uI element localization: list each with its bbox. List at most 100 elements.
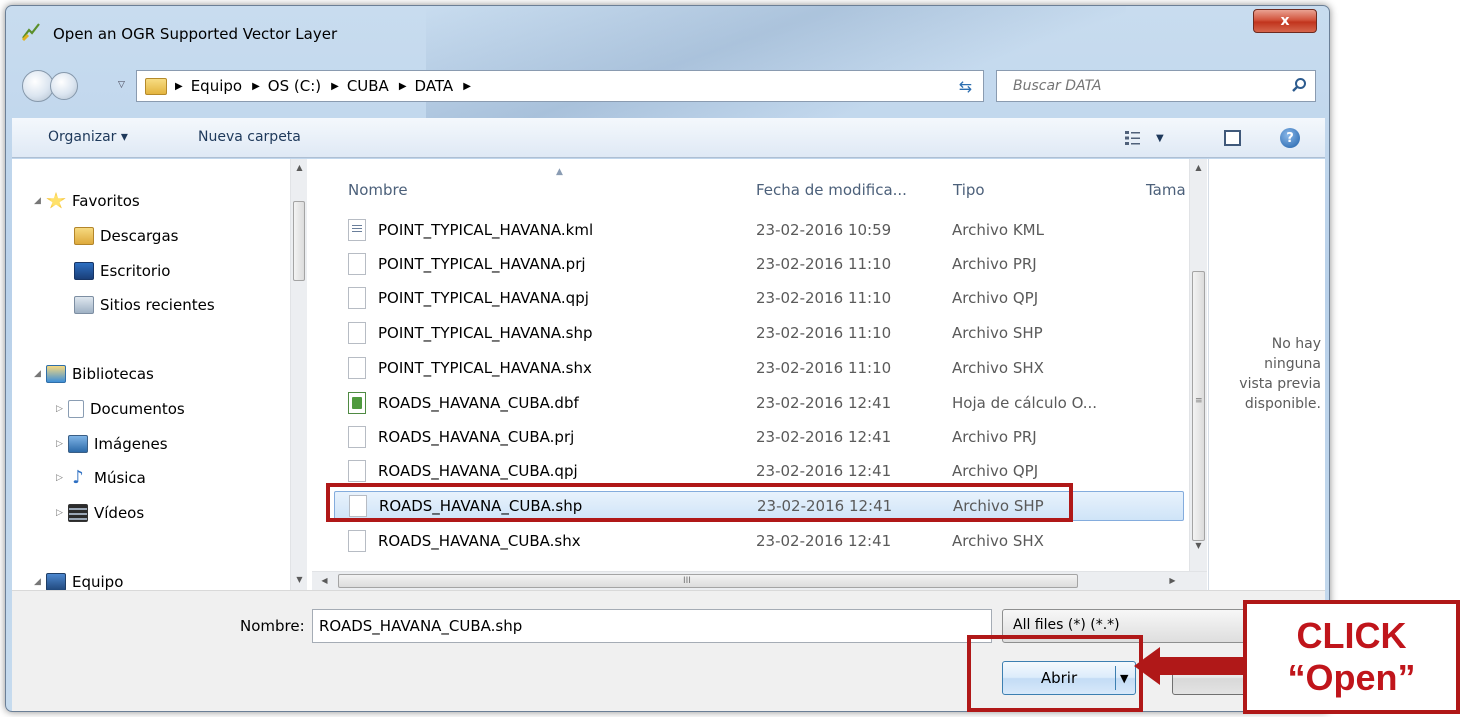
breadcrumb-cuba[interactable]: CUBA xyxy=(347,77,389,95)
forward-button[interactable] xyxy=(50,72,78,100)
expand-arrow-icon[interactable]: ▷ xyxy=(56,439,68,449)
sidebar-item-musica[interactable]: ▷ ♪ Música xyxy=(56,469,146,488)
scroll-up-icon[interactable]: ▲ xyxy=(291,159,308,176)
close-button[interactable]: x xyxy=(1253,9,1317,33)
sidebar-item-escritorio[interactable]: Escritorio xyxy=(74,262,170,280)
file-date: 23-02-2016 12:41 xyxy=(756,394,892,412)
callout-line-2: “Open” xyxy=(1287,657,1416,698)
computer-icon xyxy=(46,573,66,590)
kml-file-icon xyxy=(348,219,366,241)
scroll-down-icon[interactable]: ▼ xyxy=(1190,537,1207,554)
column-header-name[interactable]: Nombre xyxy=(348,181,408,199)
file-type: Archivo PRJ xyxy=(952,255,1037,273)
file-row[interactable]: ROADS_HAVANA_CUBA.dbf 23-02-2016 12:41 H… xyxy=(334,389,1184,419)
file-list-scroll-thumb[interactable]: ≡ xyxy=(1192,271,1205,541)
file-row[interactable]: ROADS_HAVANA_CUBA.shx 23-02-2016 12:41 A… xyxy=(334,527,1184,557)
file-icon xyxy=(348,460,366,482)
file-date: 23-02-2016 12:41 xyxy=(756,532,892,550)
breadcrumb-os[interactable]: OS (C:) xyxy=(268,77,321,95)
breadcrumb: ▶ Equipo ▶ OS (C:) ▶ CUBA ▶ DATA ▶ xyxy=(175,77,479,95)
breadcrumb-arrow-icon: ▶ xyxy=(252,80,260,92)
libraries-icon xyxy=(46,365,66,383)
preview-pane-icon[interactable] xyxy=(1224,130,1241,146)
column-header-date[interactable]: Fecha de modifica... xyxy=(756,181,907,199)
scroll-right-icon[interactable]: ▶ xyxy=(1164,572,1181,589)
breadcrumb-arrow-icon[interactable]: ▶ xyxy=(463,81,471,92)
sidebar-item-label: Descargas xyxy=(100,227,179,245)
organize-button[interactable]: Organizar ▾ xyxy=(48,129,128,145)
browser-content: ◢ Favoritos Descargas Escritorio Sitios … xyxy=(12,159,1325,590)
file-type: Archivo PRJ xyxy=(952,428,1037,446)
scroll-down-icon[interactable]: ▼ xyxy=(291,571,308,588)
file-date: 23-02-2016 12:41 xyxy=(756,462,892,480)
expand-arrow-icon[interactable]: ▷ xyxy=(56,473,68,483)
search-box[interactable] xyxy=(996,70,1316,102)
sidebar-item-favoritos[interactable]: ◢ Favoritos xyxy=(34,192,140,210)
sidebar-item-sitios-recientes[interactable]: Sitios recientes xyxy=(74,296,215,314)
sidebar-scrollbar[interactable]: ▲ ▼ xyxy=(290,159,307,590)
breadcrumb-data[interactable]: DATA xyxy=(415,77,454,95)
file-row[interactable]: POINT_TYPICAL_HAVANA.prj 23-02-2016 11:1… xyxy=(334,250,1184,280)
new-folder-button[interactable]: Nueva carpeta xyxy=(198,129,301,145)
sidebar-item-documentos[interactable]: ▷ Documentos xyxy=(56,400,185,418)
file-row[interactable]: POINT_TYPICAL_HAVANA.shx 23-02-2016 11:1… xyxy=(334,354,1184,384)
sidebar-scroll-thumb[interactable] xyxy=(293,201,305,281)
file-type: Archivo KML xyxy=(952,221,1044,239)
filename-input[interactable] xyxy=(319,617,939,635)
file-name: ROADS_HAVANA_CUBA.shx xyxy=(378,532,581,550)
expand-arrow-icon[interactable]: ▷ xyxy=(56,508,68,518)
view-options-icon[interactable] xyxy=(1124,129,1142,147)
collapse-arrow-icon[interactable]: ◢ xyxy=(34,196,46,206)
file-date: 23-02-2016 11:10 xyxy=(756,359,892,377)
sidebar-item-imagenes[interactable]: ▷ Imágenes xyxy=(56,435,168,453)
pictures-icon xyxy=(68,435,88,453)
address-bar[interactable]: ▶ Equipo ▶ OS (C:) ▶ CUBA ▶ DATA ▶ ▼ xyxy=(136,70,981,102)
file-type: Archivo QPJ xyxy=(952,462,1039,480)
file-row[interactable]: POINT_TYPICAL_HAVANA.kml 23-02-2016 10:5… xyxy=(334,216,1184,246)
file-icon xyxy=(348,530,366,552)
file-list-scrollbar[interactable]: ▲ ≡ ▼ xyxy=(1189,159,1207,571)
expand-arrow-icon[interactable]: ▷ xyxy=(56,404,68,414)
sidebar-item-equipo[interactable]: ◢ Equipo xyxy=(34,573,123,590)
file-row[interactable]: POINT_TYPICAL_HAVANA.qpj 23-02-2016 11:1… xyxy=(334,284,1184,314)
no-preview-message: No hay ninguna vista previa disponible. xyxy=(1239,336,1321,412)
open-button-highlight xyxy=(967,635,1143,712)
search-input[interactable] xyxy=(1013,78,1273,94)
refresh-button[interactable]: ⇆ xyxy=(948,70,984,102)
sidebar-item-bibliotecas[interactable]: ◢ Bibliotecas xyxy=(34,365,154,383)
horizontal-scroll-thumb[interactable]: III xyxy=(338,574,1078,588)
breadcrumb-equipo[interactable]: Equipo xyxy=(191,77,242,95)
scroll-up-icon[interactable]: ▲ xyxy=(1190,159,1207,176)
column-header-size[interactable]: Tama xyxy=(1146,181,1186,199)
file-date: 23-02-2016 12:41 xyxy=(756,428,892,446)
filename-combobox[interactable]: ▼ xyxy=(312,609,1271,643)
file-icon xyxy=(348,253,366,275)
breadcrumb-arrow-icon: ▶ xyxy=(331,80,339,92)
file-type: Hoja de cálculo O... xyxy=(952,394,1098,412)
collapse-arrow-icon[interactable]: ◢ xyxy=(34,577,46,587)
scroll-left-icon[interactable]: ◀ xyxy=(316,572,333,589)
file-type: Archivo QPJ xyxy=(952,289,1039,307)
sidebar-item-descargas[interactable]: Descargas xyxy=(74,227,178,245)
sidebar-item-videos[interactable]: ▷ Vídeos xyxy=(56,504,144,522)
file-row[interactable]: ROADS_HAVANA_CUBA.prj 23-02-2016 12:41 A… xyxy=(334,423,1184,453)
collapse-arrow-icon[interactable]: ◢ xyxy=(34,369,46,379)
file-name: POINT_TYPICAL_HAVANA.shp xyxy=(378,324,593,342)
help-icon[interactable]: ? xyxy=(1280,128,1300,148)
view-dropdown-icon[interactable]: ▼ xyxy=(1156,133,1164,144)
file-icon xyxy=(348,322,366,344)
sidebar-item-label: Bibliotecas xyxy=(72,365,154,383)
callout-line-1: CLICK xyxy=(1296,615,1407,656)
sidebar-item-label: Música xyxy=(94,469,146,487)
documents-icon xyxy=(68,400,84,418)
file-name: POINT_TYPICAL_HAVANA.shx xyxy=(378,359,592,377)
column-header-type[interactable]: Tipo xyxy=(953,181,985,199)
videos-icon xyxy=(68,504,88,522)
file-name: ROADS_HAVANA_CUBA.qpj xyxy=(378,462,578,480)
file-date: 23-02-2016 11:10 xyxy=(756,324,892,342)
horizontal-scrollbar[interactable]: ◀ III ▶ xyxy=(312,571,1207,590)
star-icon xyxy=(46,192,66,209)
file-row[interactable]: POINT_TYPICAL_HAVANA.shp 23-02-2016 11:1… xyxy=(334,319,1184,349)
history-dropdown-icon[interactable]: ▽ xyxy=(118,80,125,90)
search-icon[interactable] xyxy=(1291,77,1307,93)
